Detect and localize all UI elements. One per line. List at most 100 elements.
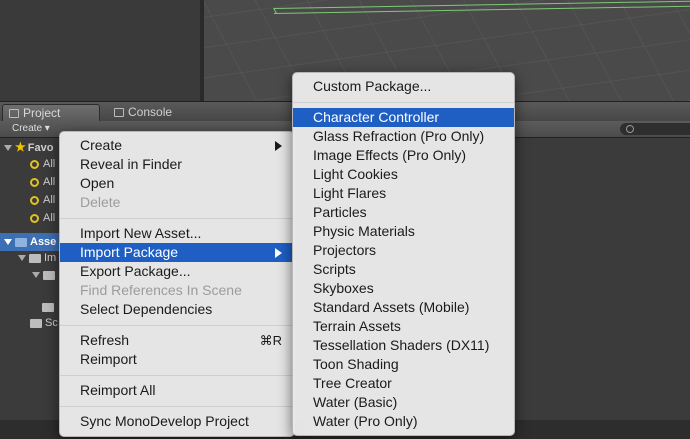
expand-triangle-icon[interactable]	[4, 239, 12, 246]
menu-item-label: Toon Shading	[313, 356, 399, 372]
menu-item-create[interactable]: Create	[60, 136, 294, 155]
menu-item-label: Water (Basic)	[313, 394, 398, 410]
menu-item-tree-creator[interactable]: Tree Creator	[293, 374, 514, 393]
menu-item-delete: Delete	[60, 193, 294, 212]
menu-item-label: Open	[80, 175, 115, 191]
menu-item-label: Standard Assets (Mobile)	[313, 299, 470, 315]
folder-icon	[9, 109, 19, 118]
tab-console[interactable]: Console	[108, 104, 208, 121]
expand-triangle-icon[interactable]	[18, 255, 26, 262]
search-icon	[626, 125, 634, 133]
console-icon	[114, 108, 124, 117]
submenu-arrow-icon	[275, 248, 282, 258]
menu-item-refresh[interactable]: Refresh ⌘R	[60, 331, 294, 350]
folder-icon	[43, 270, 55, 280]
search-icon	[30, 177, 39, 187]
menu-item-sync-monodevelop[interactable]: Sync MonoDevelop Project	[60, 412, 294, 431]
menu-item-label: Reveal in Finder	[80, 156, 182, 172]
menu-item-label: Refresh	[80, 332, 130, 348]
menu-item-projectors[interactable]: Projectors	[293, 241, 514, 260]
search-icon	[30, 195, 39, 205]
menu-item-label: Skyboxes	[313, 280, 374, 296]
menu-item-water-basic[interactable]: Water (Basic)	[293, 393, 514, 412]
menu-item-water-pro[interactable]: Water (Pro Only)	[293, 412, 514, 431]
search-icon	[30, 213, 39, 223]
tree-favorites[interactable]: ★ Favo	[4, 138, 53, 156]
folder-icon	[42, 302, 54, 312]
menu-item-reimport-all[interactable]: Reimport All	[60, 381, 294, 400]
menu-item-label: Delete	[80, 194, 121, 210]
import-package-submenu: Custom Package... Character Controller G…	[292, 72, 515, 436]
menu-item-label: Particles	[313, 204, 367, 220]
tree-label: All	[43, 176, 56, 188]
menu-item-export-package[interactable]: Export Package...	[60, 262, 294, 281]
menu-item-reveal-in-finder[interactable]: Reveal in Finder	[60, 155, 294, 174]
menu-item-label: Reimport	[80, 351, 137, 367]
star-icon: ★	[15, 140, 26, 154]
tree-folder-item[interactable]: Sc	[30, 314, 58, 332]
tree-label: Favo	[27, 142, 54, 154]
menu-item-label: Scripts	[313, 261, 356, 277]
tab-label: Project	[23, 106, 61, 120]
submenu-arrow-icon	[275, 141, 282, 151]
menu-item-custom-package[interactable]: Custom Package...	[293, 77, 514, 96]
menu-item-label: Tessellation Shaders (DX11)	[313, 337, 490, 353]
menu-item-physic-materials[interactable]: Physic Materials	[293, 222, 514, 241]
menu-item-label: Create	[80, 137, 123, 153]
menu-item-import-new-asset[interactable]: Import New Asset...	[60, 224, 294, 243]
menu-item-image-effects[interactable]: Image Effects (Pro Only)	[293, 146, 514, 165]
menu-item-scripts[interactable]: Scripts	[293, 260, 514, 279]
tab-label: Console	[128, 105, 173, 119]
menu-item-skyboxes[interactable]: Skyboxes	[293, 279, 514, 298]
menu-item-standard-assets-mobile[interactable]: Standard Assets (Mobile)	[293, 298, 514, 317]
tree-favorite-item[interactable]: All	[30, 209, 55, 227]
menu-item-label: Light Cookies	[313, 166, 398, 182]
menu-item-glass-refraction[interactable]: Glass Refraction (Pro Only)	[293, 127, 514, 146]
menu-item-particles[interactable]: Particles	[293, 203, 514, 222]
menu-item-tessellation-shaders[interactable]: Tessellation Shaders (DX11)	[293, 336, 514, 355]
menu-item-label: Import Package	[80, 244, 179, 260]
folder-icon	[29, 253, 41, 263]
tree-label: All	[43, 158, 56, 170]
menu-separator	[60, 406, 294, 407]
menu-item-label: Light Flares	[313, 185, 387, 201]
tree-label: All	[43, 194, 56, 206]
menu-item-light-flares[interactable]: Light Flares	[293, 184, 514, 203]
menu-item-light-cookies[interactable]: Light Cookies	[293, 165, 514, 184]
tree-favorite-item[interactable]: All	[30, 155, 55, 173]
menu-item-label: Reimport All	[80, 382, 156, 398]
menu-item-label: Character Controller	[313, 109, 440, 125]
menu-item-toon-shading[interactable]: Toon Shading	[293, 355, 514, 374]
folder-icon	[30, 318, 42, 328]
menu-item-terrain-assets[interactable]: Terrain Assets	[293, 317, 514, 336]
tree-favorite-item[interactable]: All	[30, 191, 55, 209]
menu-item-reimport[interactable]: Reimport	[60, 350, 294, 369]
menu-separator	[60, 218, 294, 219]
tree-folder-item[interactable]: Im	[18, 249, 56, 267]
tab-project[interactable]: Project	[2, 104, 100, 122]
search-input[interactable]	[620, 123, 690, 135]
menu-item-import-package[interactable]: Import Package	[60, 243, 294, 262]
menu-item-character-controller[interactable]: Character Controller	[293, 108, 514, 127]
menu-item-find-references: Find References In Scene	[60, 281, 294, 300]
create-dropdown-button[interactable]: Create ▾	[6, 122, 56, 136]
menu-item-open[interactable]: Open	[60, 174, 294, 193]
tree-label: All	[43, 212, 56, 224]
menu-item-label: Terrain Assets	[313, 318, 401, 334]
menu-item-label: Tree Creator	[313, 375, 392, 391]
menu-item-label: Image Effects (Pro Only)	[313, 147, 467, 163]
menu-separator	[60, 375, 294, 376]
expand-triangle-icon[interactable]	[4, 145, 12, 152]
search-icon	[30, 159, 39, 169]
menu-item-label: Physic Materials	[313, 223, 415, 239]
menu-item-label: Glass Refraction (Pro Only)	[313, 128, 485, 144]
scene-left-panel	[0, 0, 200, 101]
menu-item-label: Find References In Scene	[80, 282, 242, 298]
menu-item-select-dependencies[interactable]: Select Dependencies	[60, 300, 294, 319]
tree-folder-item[interactable]	[32, 266, 58, 284]
expand-triangle-icon[interactable]	[32, 272, 40, 279]
menu-separator	[293, 102, 514, 103]
tree-favorite-item[interactable]: All	[30, 173, 55, 191]
menu-item-label: Sync MonoDevelop Project	[80, 413, 249, 429]
menu-item-label: Export Package...	[80, 263, 191, 279]
